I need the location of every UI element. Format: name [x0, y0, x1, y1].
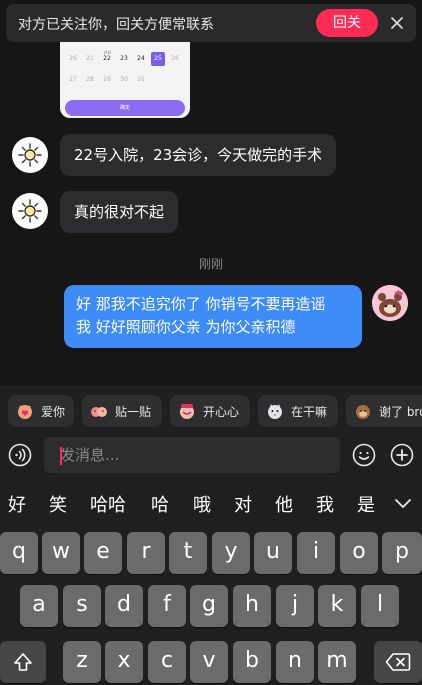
candidate-word[interactable]: 哦	[193, 491, 211, 517]
sticker-label: 谢了 bro	[379, 405, 422, 419]
candidate-word[interactable]: 好	[8, 491, 26, 517]
key-q[interactable]: q	[0, 532, 38, 574]
sticker-label: 贴一贴	[115, 405, 152, 419]
emoji-icon[interactable]	[352, 443, 376, 467]
incoming-message-bubble[interactable]: 真的很对不起	[60, 191, 179, 233]
composer-panel: 爱你 贴一贴 开心心 在干嘛 谢了 bro 发消息... 好 笑 哈哈 哈 哦 …	[0, 385, 422, 685]
key-s[interactable]: s	[63, 585, 101, 627]
key-u[interactable]: u	[254, 532, 292, 574]
my-avatar[interactable]	[372, 285, 408, 321]
key-g[interactable]: g	[190, 585, 228, 627]
key-c[interactable]: c	[148, 641, 186, 683]
key-j[interactable]: j	[276, 585, 314, 627]
key-n[interactable]: n	[276, 641, 314, 683]
cat-hug-icon	[91, 407, 107, 417]
key-z[interactable]: z	[63, 641, 101, 683]
key-w[interactable]: w	[42, 532, 80, 574]
key-b[interactable]: b	[233, 641, 271, 683]
chevron-down-icon[interactable]	[392, 493, 414, 515]
sticker-love-you[interactable]: 爱你	[8, 395, 74, 427]
monkey-thanks-icon	[356, 405, 370, 419]
sticker-whats-up[interactable]: 在干嘛	[258, 395, 338, 427]
sticker-happy[interactable]: 开心心	[170, 395, 250, 427]
calendar-card[interactable]: JAN 26 21 22 23 24 25 26 27 28 29 30 31 …	[60, 30, 190, 118]
key-k[interactable]: k	[318, 585, 356, 627]
calendar-day: 28	[86, 76, 94, 83]
backspace-icon	[385, 653, 411, 671]
incoming-message-bubble[interactable]: 22号入院，23会诊，今天做完的手术	[60, 134, 337, 176]
follow-back-text: 对方已关注你，回关方便常联系	[18, 17, 214, 33]
chat-screen: 对方已关注你，回关方便常联系 回关 JAN 26 21 22 23 24 25 …	[0, 0, 422, 685]
key-v[interactable]: v	[190, 641, 228, 683]
calendar-day: 22	[103, 55, 111, 62]
candidate-word[interactable]: 笑	[49, 491, 67, 517]
calendar-day: 24	[137, 55, 145, 62]
sticker-thanks-bro[interactable]: 谢了 bro	[346, 395, 422, 427]
key-f[interactable]: f	[148, 585, 186, 627]
calendar-day: 21	[86, 55, 94, 62]
message-list[interactable]: 对方已关注你，回关方便常联系 回关 JAN 26 21 22 23 24 25 …	[0, 0, 422, 385]
key-m[interactable]: m	[318, 641, 356, 683]
key-o[interactable]: o	[340, 532, 378, 574]
message-input-row	[0, 435, 422, 475]
key-y[interactable]: y	[212, 532, 250, 574]
message-line: 我 好好照顾你父亲 为你父亲积德	[76, 318, 296, 336]
key-i[interactable]: i	[297, 532, 335, 574]
hello-kitty-icon	[372, 285, 408, 321]
message-line: 好 那我不追究你了 你销号不要再造谣	[76, 295, 326, 313]
key-e[interactable]: e	[84, 532, 122, 574]
key-a[interactable]: a	[20, 585, 58, 627]
follow-back-button[interactable]: 回关	[316, 9, 378, 37]
candidate-word[interactable]: 哈哈	[90, 491, 126, 517]
candidate-word[interactable]: 我	[316, 491, 334, 517]
backspace-key[interactable]	[374, 641, 422, 683]
key-l[interactable]: l	[361, 585, 399, 627]
sun-icon	[18, 199, 42, 223]
close-icon[interactable]	[386, 12, 408, 34]
shift-icon	[14, 653, 32, 671]
calendar-row: 27 28 29 30 31	[60, 73, 190, 87]
key-x[interactable]: x	[105, 641, 143, 683]
key-h[interactable]: h	[233, 585, 271, 627]
voice-input-icon[interactable]	[8, 443, 32, 467]
sticker-hug[interactable]: 贴一贴	[82, 395, 162, 427]
calendar-day: 29	[103, 76, 111, 83]
follow-back-banner: 对方已关注你，回关方便常联系 回关	[6, 4, 416, 42]
contact-avatar[interactable]	[12, 193, 48, 229]
message-input[interactable]	[44, 437, 340, 473]
ime-candidate-bar: 好 笑 哈哈 哈 哦 对 他 我 是	[0, 485, 422, 525]
quick-sticker-bar[interactable]: 爱你 贴一贴 开心心 在干嘛 谢了 bro	[0, 395, 422, 427]
cat-heart-icon	[18, 405, 32, 419]
calendar-row: 26 21 22 23 24 25 26	[60, 52, 190, 66]
cat-happy-icon	[180, 404, 194, 419]
outgoing-message-bubble[interactable]: 好 那我不追究你了 你销号不要再造谣 我 好好照顾你父亲 为你父亲积德	[64, 285, 362, 348]
key-p[interactable]: p	[382, 532, 422, 574]
sticker-label: 开心心	[203, 405, 240, 419]
sun-icon	[18, 143, 42, 167]
key-t[interactable]: t	[169, 532, 207, 574]
plus-icon[interactable]	[390, 443, 414, 467]
calendar-day: 23	[120, 55, 128, 62]
calendar-day: 30	[120, 76, 128, 83]
candidate-word[interactable]: 他	[275, 491, 293, 517]
calendar-day: 31	[137, 76, 145, 83]
calendar-day: 27	[69, 76, 77, 83]
cat-curious-icon	[268, 404, 282, 419]
calendar-day: 26	[69, 55, 77, 62]
sticker-label: 在干嘛	[291, 405, 328, 419]
candidate-word[interactable]: 哈	[151, 491, 169, 517]
candidate-word[interactable]: 是	[357, 491, 375, 517]
candidate-word[interactable]: 对	[234, 491, 252, 517]
calendar-confirm-button[interactable]: 确定	[65, 100, 185, 116]
shift-key[interactable]	[0, 641, 46, 683]
calendar-day-selected[interactable]: 25	[151, 52, 165, 66]
sticker-label: 爱你	[41, 405, 66, 419]
message-timestamp: 刚刚	[198, 257, 223, 271]
key-r[interactable]: r	[127, 532, 165, 574]
key-d[interactable]: d	[105, 585, 143, 627]
contact-avatar[interactable]	[12, 137, 48, 173]
calendar-day: 26	[171, 55, 179, 62]
text-cursor	[60, 447, 62, 465]
